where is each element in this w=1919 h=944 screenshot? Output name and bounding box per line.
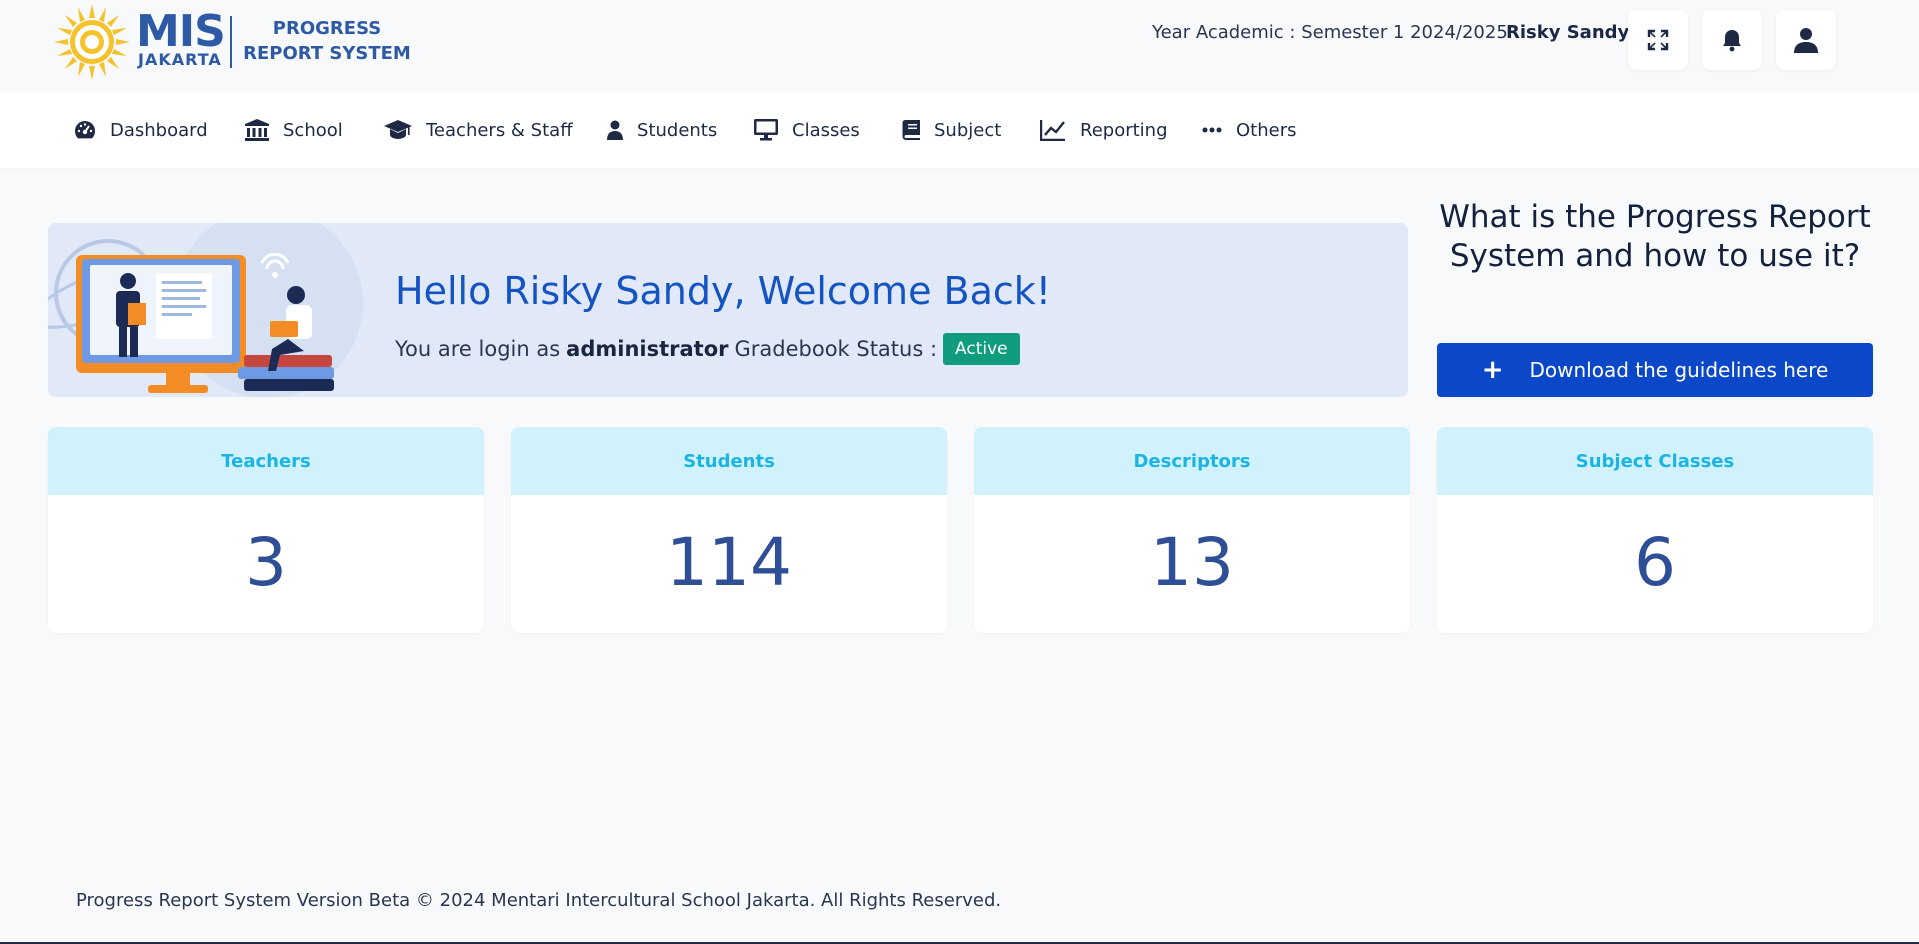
- stat-card-value: 13: [1150, 523, 1234, 601]
- fullscreen-icon: [1647, 29, 1669, 51]
- nav-item-classes[interactable]: Classes: [754, 92, 860, 168]
- nav-item-label: Students: [637, 119, 718, 141]
- logo-divider: [230, 16, 232, 68]
- monitor-icon: [754, 119, 778, 141]
- dashboard-gauge-icon: [75, 121, 95, 139]
- footer-copyright: Progress Report System Version Beta © 20…: [76, 890, 1002, 911]
- gradebook-status-label: Gradebook Status :: [734, 337, 938, 361]
- stat-card-value: 6: [1634, 523, 1676, 601]
- stat-card-teachers[interactable]: Teachers 3: [48, 427, 484, 633]
- nav-item-teachers-staff[interactable]: Teachers & Staff: [384, 92, 573, 168]
- nav-item-label: Reporting: [1080, 119, 1168, 141]
- welcome-heading: Hello Risky Sandy, Welcome Back!: [395, 269, 1052, 313]
- main-navigation: Dashboard School Teachers & Staff Studen…: [0, 92, 1919, 168]
- stat-card-descriptors[interactable]: Descriptors 13: [974, 427, 1410, 633]
- status-badge: Active: [943, 333, 1020, 365]
- nav-item-label: Teachers & Staff: [426, 119, 573, 141]
- nav-item-subject[interactable]: Subject: [902, 92, 1001, 168]
- guide-title: What is the Progress Report System and h…: [1439, 199, 1871, 274]
- school-logo[interactable]: MIS JAKARTA PROGRESS REPORT SYSTEM: [54, 4, 411, 80]
- stat-card-students[interactable]: Students 114: [511, 427, 947, 633]
- login-info: You are login as administrator Gradebook…: [395, 333, 1020, 365]
- user-icon: [1794, 28, 1818, 53]
- bell-icon: [1723, 30, 1741, 52]
- stat-card-title: Subject Classes: [1437, 427, 1873, 495]
- line-chart-icon: [1040, 120, 1065, 141]
- plus-icon: +: [1481, 355, 1504, 385]
- logo-system-name: PROGRESS REPORT SYSTEM: [242, 16, 412, 66]
- logo-system-line1: PROGRESS: [272, 18, 382, 39]
- logo-jakarta-text: JAKARTA: [138, 50, 222, 69]
- stat-card-subject-classes[interactable]: Subject Classes 6: [1437, 427, 1873, 633]
- book-icon: [902, 120, 920, 140]
- nav-item-school[interactable]: School: [245, 92, 343, 168]
- download-guidelines-label: Download the guidelines here: [1529, 358, 1829, 382]
- logo-system-line2: REPORT SYSTEM: [243, 43, 411, 64]
- nav-item-dashboard[interactable]: Dashboard: [74, 92, 208, 168]
- stat-card-title: Students: [511, 427, 947, 495]
- academic-year-label: Year Academic : Semester 1 2024/2025: [1152, 22, 1508, 43]
- nav-item-reporting[interactable]: Reporting: [1040, 92, 1168, 168]
- sun-logo-icon: [54, 4, 130, 80]
- download-guidelines-button[interactable]: + Download the guidelines here: [1437, 343, 1873, 397]
- school-building-icon: [245, 119, 269, 141]
- stat-card-value: 3: [245, 523, 287, 601]
- nav-item-label: Others: [1236, 119, 1297, 141]
- stat-card-title: Teachers: [48, 427, 484, 495]
- logo-mis-text: MIS: [136, 6, 226, 57]
- login-role: administrator: [566, 337, 729, 361]
- nav-item-label: Subject: [934, 119, 1002, 141]
- profile-button[interactable]: [1776, 10, 1836, 70]
- top-header: MIS JAKARTA PROGRESS REPORT SYSTEM Year …: [0, 0, 1919, 90]
- nav-item-students[interactable]: Students: [607, 92, 717, 168]
- login-prefix: You are login as: [395, 337, 561, 361]
- welcome-illustration: [48, 223, 363, 397]
- user-name[interactable]: Risky Sandy: [1506, 22, 1629, 43]
- nav-item-label: School: [283, 119, 343, 141]
- nav-item-label: Classes: [792, 119, 860, 141]
- stat-card-title: Descriptors: [974, 427, 1410, 495]
- fullscreen-button[interactable]: [1628, 10, 1688, 70]
- nav-item-label: Dashboard: [110, 119, 208, 141]
- stat-card-value: 114: [666, 523, 792, 601]
- notifications-button[interactable]: [1702, 10, 1762, 70]
- user-icon: [607, 120, 623, 140]
- welcome-banner: Hello Risky Sandy, Welcome Back! You are…: [48, 223, 1408, 397]
- more-dots-icon: [1202, 127, 1222, 133]
- nav-item-others[interactable]: Others: [1202, 92, 1297, 168]
- graduation-cap-icon: [384, 120, 412, 139]
